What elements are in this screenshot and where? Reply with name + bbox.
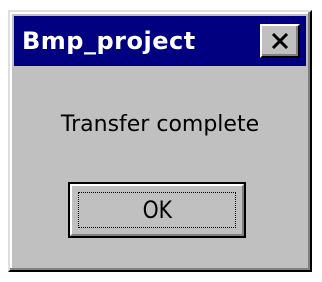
message-dialog: Bmp_project Transfer complete OK: [8, 10, 312, 272]
window-title: Bmp_project: [22, 27, 196, 55]
title-bar[interactable]: Bmp_project: [14, 16, 306, 66]
ok-button-label: OK: [142, 196, 172, 224]
dialog-message: Transfer complete: [60, 112, 260, 137]
ok-button[interactable]: OK: [68, 182, 246, 238]
close-button[interactable]: [260, 24, 300, 58]
close-icon: [271, 33, 289, 49]
focus-rect: OK: [78, 192, 236, 228]
